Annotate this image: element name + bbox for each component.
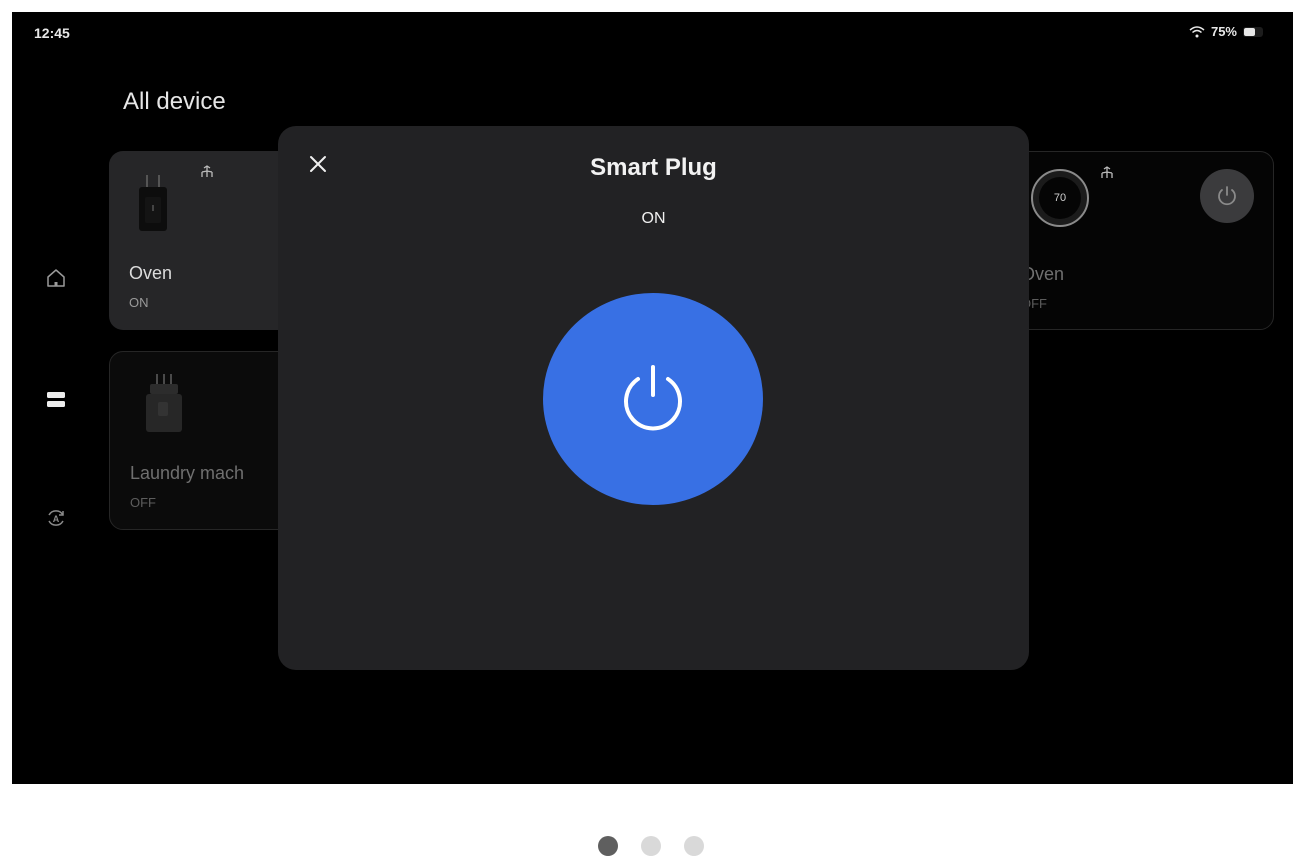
network-icon [1101,166,1113,178]
tablet-screen: 12:45 75% All device A Oven ON Laundry m… [12,12,1293,784]
page-title: All device [123,88,226,115]
status-time: 12:45 [34,25,70,41]
wifi-icon [1189,25,1205,37]
device-name: Laundry mach [130,463,245,483]
power-toggle-button[interactable] [1200,169,1254,223]
thermostat-icon: 70 [1031,169,1089,227]
device-status: ON [129,295,149,310]
power-icon [1218,186,1236,206]
power-button[interactable] [543,293,763,505]
network-icon [201,165,213,177]
pagination-dot-2[interactable] [641,836,661,856]
smart-plug-modal: Smart Plug ON [278,126,1029,670]
home-icon[interactable] [44,266,68,290]
device-status: OFF [130,495,156,510]
thermostat-display: 70 [1039,177,1081,219]
devices-list-icon[interactable] [44,388,68,412]
device-card-laundry[interactable]: Laundry mach OFF [109,351,299,530]
device-name: Oven [129,263,173,283]
battery-percent: 75% [1210,24,1237,39]
pagination-dot-3[interactable] [684,836,704,856]
power-icon [624,365,682,431]
modal-title: Smart Plug [590,154,717,181]
device-card-thermostat[interactable]: 70 Oven OFF [1012,151,1274,330]
smart-plug-icon [139,175,167,231]
modal-status: ON [641,210,666,227]
svg-text:A: A [53,514,60,524]
pagination-dots [598,836,704,856]
status-bar-right: 75% [1189,24,1263,39]
smart-plug-icon [146,374,182,432]
battery-icon [1243,26,1263,37]
pagination-dot-1[interactable] [598,836,618,856]
device-card-oven[interactable]: Oven ON [109,151,299,330]
automation-icon[interactable]: A [44,506,68,530]
